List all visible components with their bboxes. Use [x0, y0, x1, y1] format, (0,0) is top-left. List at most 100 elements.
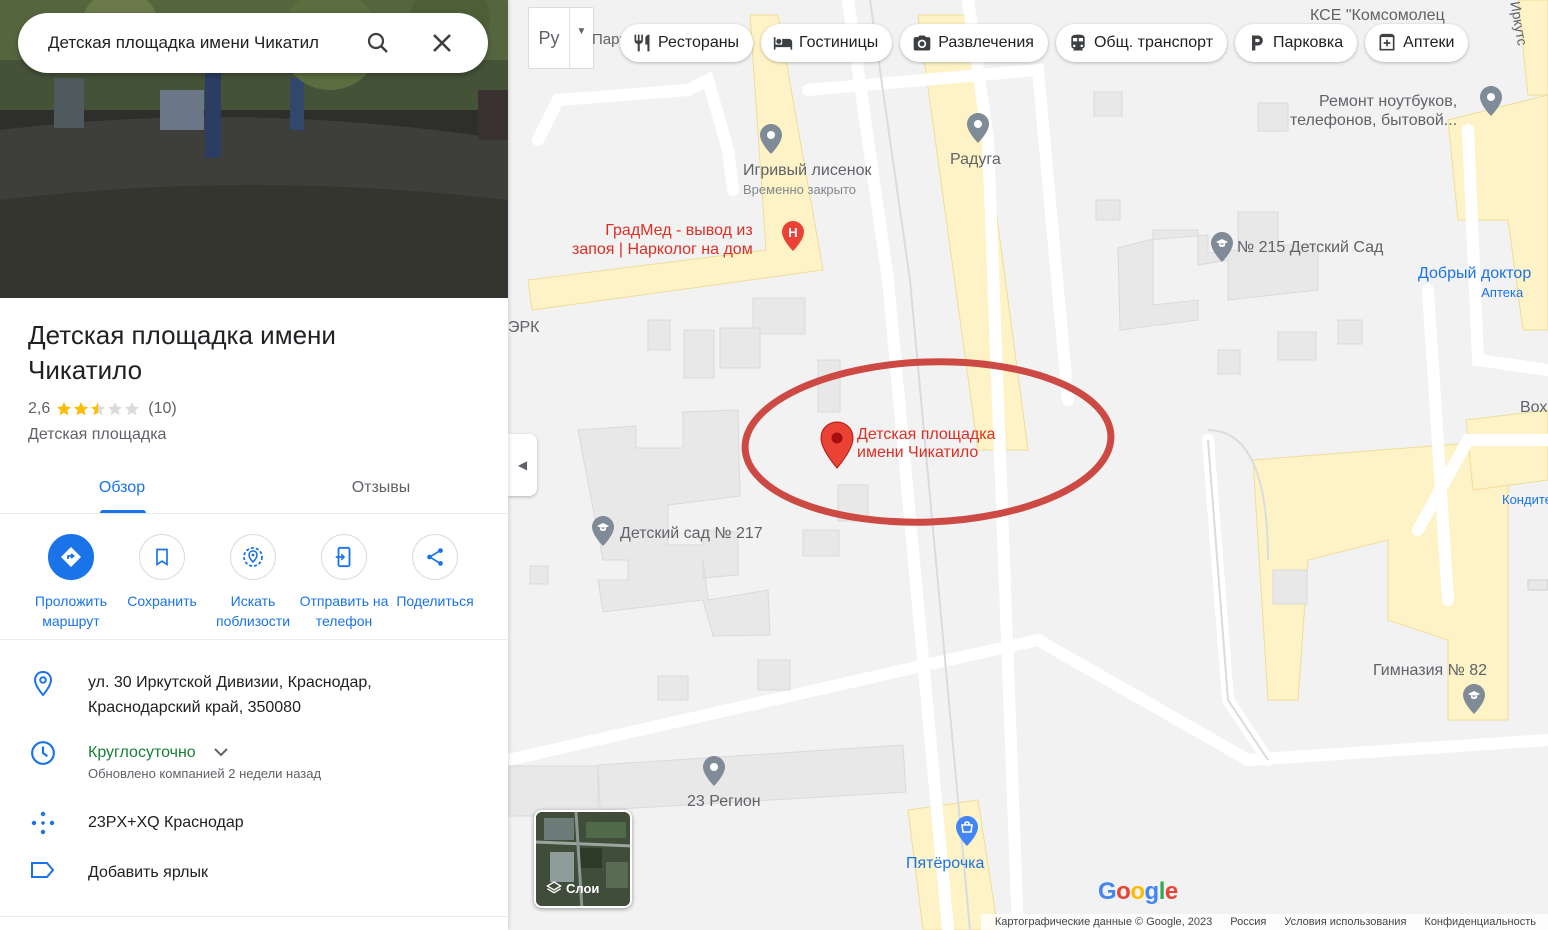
poi-vox[interactable]: Вох	[1520, 398, 1547, 417]
poi-remont[interactable]: Ремонт ноутбуков, телефонов, бытовой...	[1290, 92, 1458, 130]
save-button[interactable]: Сохранить	[116, 534, 208, 611]
poi-kinder217[interactable]: Детский сад № 217	[620, 524, 763, 543]
hours-updated-note: Обновлено компанией 2 недели назад	[88, 766, 322, 781]
rating-stars	[56, 401, 142, 417]
poi-pin-icon[interactable]	[967, 113, 989, 143]
poi-dobry[interactable]: Добрый доктор Аптека	[1418, 264, 1531, 302]
poi-remont-line1: Ремонт ноутбуков,	[1319, 93, 1458, 110]
layers-label: Слои	[546, 880, 599, 896]
selected-place-label[interactable]: Детская площадка имени Чикатило	[857, 426, 995, 462]
address-text: ул. 30 Иркутской Дивизии, Краснодар, Кра…	[88, 674, 372, 716]
nearby-icon	[243, 547, 263, 567]
save-label: Сохранить	[127, 593, 197, 609]
chip-entertainment[interactable]: Развлечения	[900, 24, 1048, 62]
place-photo[interactable]	[0, 0, 508, 298]
chevron-down-icon[interactable]	[214, 747, 228, 757]
camera-icon	[913, 35, 931, 51]
poi-gymnasium[interactable]: Гимназия № 82	[1373, 661, 1487, 680]
bookmark-icon	[156, 548, 168, 567]
reviews-count[interactable]: (10)	[148, 400, 176, 418]
poi-pin-icon[interactable]	[760, 124, 782, 154]
chevron-down-icon[interactable]: ▼	[569, 8, 593, 68]
poi-raduga[interactable]: Радуга	[950, 150, 1001, 169]
poi-pin-icon[interactable]	[1480, 86, 1502, 116]
chip-hotels[interactable]: Гостиницы	[761, 24, 893, 62]
poi-kse[interactable]: КСЕ "Комсомолец	[1310, 6, 1445, 25]
chip-parking[interactable]: Парковка	[1235, 24, 1358, 62]
clock-icon	[31, 741, 55, 765]
search-box[interactable]	[18, 13, 488, 73]
plus-code-row[interactable]: 23PX+XQ Краснодар	[0, 810, 508, 836]
poi-konditer[interactable]: Кондитерс	[1502, 492, 1548, 507]
rating-value: 2,6	[28, 400, 51, 417]
clear-search-button[interactable]	[422, 23, 462, 63]
chip-label: Парковка	[1273, 34, 1344, 51]
poi-pyaterochka[interactable]: Пятёрочка	[906, 854, 984, 873]
nearby-label: Искать поблизости	[215, 593, 291, 629]
place-panel: Детская площадка имени Чикатило 2,6 (10)…	[0, 0, 508, 930]
school-pin-icon[interactable]	[1211, 232, 1233, 262]
add-label-text: Добавить ярлык	[88, 864, 209, 881]
tab-reviews[interactable]: Отзывы	[254, 462, 508, 513]
hours-row[interactable]: Круглосуточно Обновлено компанией 2 неде…	[0, 740, 508, 783]
divider	[0, 916, 508, 917]
footer-terms-link[interactable]: Условия использования	[1284, 916, 1406, 928]
input-tool-selector[interactable]: Ру ▼	[528, 7, 594, 69]
school-pin-icon[interactable]	[1463, 684, 1485, 714]
shopping-pin-icon[interactable]	[956, 816, 978, 846]
transit-icon	[1071, 34, 1085, 51]
chip-pharmacies[interactable]: Аптеки	[1365, 24, 1469, 62]
poi-igrivy[interactable]: Игривый лисенок Временно закрыто	[743, 161, 871, 199]
layers-button[interactable]: Слои	[534, 810, 632, 908]
chip-label: Гостиницы	[799, 34, 879, 51]
directions-button[interactable]: Проложить маршрут	[25, 534, 117, 631]
parking-icon	[1252, 35, 1263, 51]
poi-pin-icon[interactable]	[703, 756, 725, 786]
chip-label: Общ. транспорт	[1093, 34, 1214, 51]
share-label: Поделиться	[396, 593, 474, 609]
plus-code-icon	[31, 811, 55, 835]
selected-label-line2: имени Чикатило	[857, 444, 979, 461]
hours-status: Круглосуточно	[88, 744, 196, 761]
selected-label-line1: Детская площадка	[857, 426, 996, 443]
nearby-button[interactable]: Искать поблизости	[207, 534, 299, 631]
location-pin-icon	[33, 670, 53, 697]
search-icon	[367, 32, 388, 53]
category-chips: Рестораны Гостиницы Развлечения Общ. тра…	[620, 24, 1469, 62]
label-icon	[31, 862, 55, 878]
map-canvas[interactable]: Ру ▼ Парк Рестораны Гостиницы Развлечени…	[508, 0, 1548, 930]
tab-overview[interactable]: Обзор	[0, 462, 254, 513]
poi-gradmed-line1: ГрадМед - вывод из	[605, 222, 753, 239]
footer-region-link[interactable]: Россия	[1230, 916, 1266, 928]
hotel-icon	[773, 37, 793, 50]
medical-pin-icon[interactable]: H	[782, 221, 804, 251]
address-row[interactable]: ул. 30 Иркутской Дивизии, Краснодар, Кра…	[0, 670, 508, 720]
poi-region[interactable]: 23 Регион	[687, 792, 761, 811]
school-pin-icon[interactable]	[592, 516, 614, 546]
chip-label: Аптеки	[1403, 34, 1455, 51]
footer-privacy-link[interactable]: Конфиденциальность	[1424, 916, 1536, 928]
poi-kinder215[interactable]: № 215 Детский Сад	[1237, 238, 1383, 257]
close-icon	[433, 34, 451, 52]
share-button[interactable]: Поделиться	[389, 534, 481, 611]
pharmacy-icon	[1379, 33, 1395, 51]
poi-remont-line2: телефонов, бытовой...	[1290, 112, 1458, 129]
send-to-phone-button[interactable]: Отправить на телефон	[298, 534, 390, 631]
poi-erk: ЭРК	[508, 319, 540, 336]
language-label[interactable]: Ру	[529, 8, 569, 68]
search-button[interactable]	[358, 23, 398, 63]
poi-gradmed[interactable]: ГрадМед - вывод из запоя | Нарколог на д…	[572, 221, 753, 259]
poi-gradmed-line2: запоя | Нарколог на дом	[572, 241, 753, 258]
add-label-row[interactable]: Добавить ярлык	[0, 860, 508, 885]
chip-restaurants[interactable]: Рестораны	[620, 24, 754, 62]
chip-transit[interactable]: Общ. транспорт	[1055, 24, 1228, 62]
send-to-phone-label: Отправить на телефон	[299, 593, 389, 629]
collapse-panel-button[interactable]: ◀	[508, 434, 537, 496]
place-title: Детская площадка имени Чикатило	[28, 320, 336, 385]
plus-code-text: 23PX+XQ Краснодар	[88, 814, 244, 831]
search-input[interactable]	[48, 33, 358, 53]
place-category[interactable]: Детская площадка	[28, 426, 166, 444]
directions-label: Проложить маршрут	[34, 593, 108, 629]
map-data-attribution: Картографические данные © Google, 2023	[994, 916, 1213, 928]
selected-marker-icon[interactable]	[820, 421, 854, 469]
